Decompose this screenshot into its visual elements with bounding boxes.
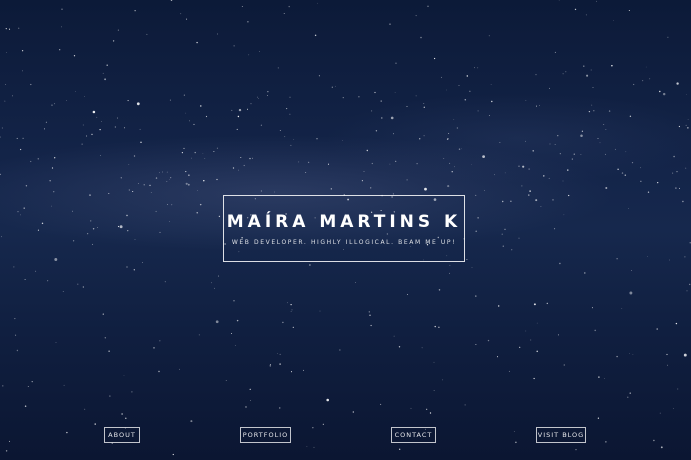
page-title: MAÍRA MARTINS K [226,212,462,232]
portfolio-button[interactable]: PORTFOLIO [240,427,291,443]
contact-button[interactable]: CONTACT [391,427,436,443]
visit-blog-button[interactable]: VISIT BLOG [536,427,586,443]
hero-section: MAÍRA MARTINS K WEB DEVELOPER. HIGHLY IL… [0,0,691,460]
title-box: MAÍRA MARTINS K WEB DEVELOPER. HIGHLY IL… [223,195,465,262]
tagline: WEB DEVELOPER. HIGHLY ILLOGICAL. BEAM ME… [231,239,457,246]
about-button[interactable]: ABOUT [104,427,140,443]
